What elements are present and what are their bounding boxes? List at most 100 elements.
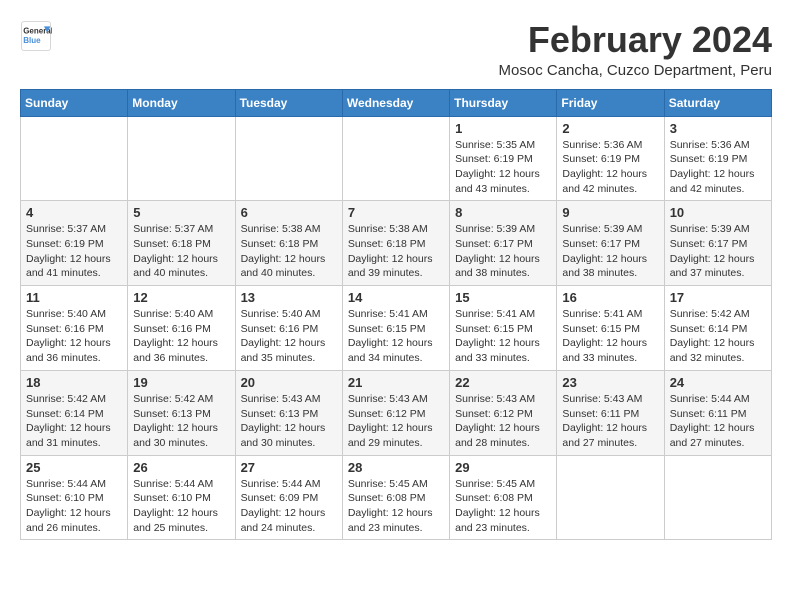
day-info: Sunrise: 5:40 AM Sunset: 6:16 PM Dayligh… [26, 307, 122, 366]
week-row-5: 25 Sunrise: 5:44 AM Sunset: 6:10 PM Dayli… [21, 455, 772, 540]
calendar-cell: 9 Sunrise: 5:39 AM Sunset: 6:17 PM Daylig… [557, 201, 664, 286]
calendar-cell: 28 Sunrise: 5:45 AM Sunset: 6:08 PM Dayli… [342, 455, 449, 540]
day-number: 17 [670, 290, 766, 305]
week-row-3: 11 Sunrise: 5:40 AM Sunset: 6:16 PM Dayli… [21, 286, 772, 371]
day-number: 19 [133, 375, 229, 390]
day-info: Sunrise: 5:43 AM Sunset: 6:13 PM Dayligh… [241, 392, 337, 451]
calendar-cell: 26 Sunrise: 5:44 AM Sunset: 6:10 PM Dayli… [128, 455, 235, 540]
calendar-cell: 5 Sunrise: 5:37 AM Sunset: 6:18 PM Daylig… [128, 201, 235, 286]
day-number: 16 [562, 290, 658, 305]
calendar-cell: 15Sunrise: 5:41 AM Sunset: 6:15 PM Dayli… [450, 286, 557, 371]
calendar-cell: 22Sunrise: 5:43 AM Sunset: 6:12 PM Dayli… [450, 370, 557, 455]
calendar-cell: 14 Sunrise: 5:41 AM Sunset: 6:15 PM Dayli… [342, 286, 449, 371]
calendar-cell [128, 116, 235, 201]
month-title: February 2024 [499, 20, 772, 60]
header-tuesday: Tuesday [235, 89, 342, 116]
day-number: 26 [133, 460, 229, 475]
calendar-cell: 20 Sunrise: 5:43 AM Sunset: 6:13 PM Dayli… [235, 370, 342, 455]
day-number: 15 [455, 290, 551, 305]
day-number: 24 [670, 375, 766, 390]
day-info: Sunrise: 5:41 AM Sunset: 6:15 PM Dayligh… [562, 307, 658, 366]
location-subtitle: Mosoc Cancha, Cuzco Department, Peru [499, 62, 772, 79]
day-info: Sunrise: 5:39 AM Sunset: 6:17 PM Dayligh… [670, 222, 766, 281]
calendar-cell: 29Sunrise: 5:45 AM Sunset: 6:08 PM Dayli… [450, 455, 557, 540]
day-number: 21 [348, 375, 444, 390]
calendar-cell [342, 116, 449, 201]
week-row-2: 4 Sunrise: 5:37 AM Sunset: 6:19 PM Daylig… [21, 201, 772, 286]
calendar-cell: 6 Sunrise: 5:38 AM Sunset: 6:18 PM Daylig… [235, 201, 342, 286]
day-info: Sunrise: 5:37 AM Sunset: 6:18 PM Dayligh… [133, 222, 229, 281]
week-row-1: 1 Sunrise: 5:35 AM Sunset: 6:19 PM Daylig… [21, 116, 772, 201]
calendar-cell: 16 Sunrise: 5:41 AM Sunset: 6:15 PM Dayli… [557, 286, 664, 371]
calendar-cell: 12Sunrise: 5:40 AM Sunset: 6:16 PM Dayli… [128, 286, 235, 371]
day-info: Sunrise: 5:37 AM Sunset: 6:19 PM Dayligh… [26, 222, 122, 281]
day-number: 9 [562, 205, 658, 220]
calendar-cell: 24Sunrise: 5:44 AM Sunset: 6:11 PM Dayli… [664, 370, 771, 455]
calendar-cell: 8 Sunrise: 5:39 AM Sunset: 6:17 PM Daylig… [450, 201, 557, 286]
title-block: February 2024 Mosoc Cancha, Cuzco Depart… [499, 20, 772, 79]
day-info: Sunrise: 5:45 AM Sunset: 6:08 PM Dayligh… [455, 477, 551, 536]
day-info: Sunrise: 5:45 AM Sunset: 6:08 PM Dayligh… [348, 477, 444, 536]
calendar-cell: 11 Sunrise: 5:40 AM Sunset: 6:16 PM Dayli… [21, 286, 128, 371]
logo: General Blue [20, 20, 52, 52]
day-info: Sunrise: 5:38 AM Sunset: 6:18 PM Dayligh… [241, 222, 337, 281]
day-number: 22 [455, 375, 551, 390]
day-info: Sunrise: 5:35 AM Sunset: 6:19 PM Dayligh… [455, 138, 551, 197]
day-info: Sunrise: 5:36 AM Sunset: 6:19 PM Dayligh… [562, 138, 658, 197]
calendar-cell [21, 116, 128, 201]
day-number: 28 [348, 460, 444, 475]
day-number: 27 [241, 460, 337, 475]
svg-text:Blue: Blue [23, 36, 41, 45]
day-number: 11 [26, 290, 122, 305]
day-info: Sunrise: 5:42 AM Sunset: 6:14 PM Dayligh… [670, 307, 766, 366]
day-number: 8 [455, 205, 551, 220]
calendar-cell: 10Sunrise: 5:39 AM Sunset: 6:17 PM Dayli… [664, 201, 771, 286]
calendar-cell: 21 Sunrise: 5:43 AM Sunset: 6:12 PM Dayli… [342, 370, 449, 455]
week-row-4: 18 Sunrise: 5:42 AM Sunset: 6:14 PM Dayli… [21, 370, 772, 455]
day-number: 7 [348, 205, 444, 220]
calendar-cell: 7 Sunrise: 5:38 AM Sunset: 6:18 PM Daylig… [342, 201, 449, 286]
day-info: Sunrise: 5:36 AM Sunset: 6:19 PM Dayligh… [670, 138, 766, 197]
calendar-cell: 2 Sunrise: 5:36 AM Sunset: 6:19 PM Daylig… [557, 116, 664, 201]
day-number: 5 [133, 205, 229, 220]
calendar-cell: 25 Sunrise: 5:44 AM Sunset: 6:10 PM Dayli… [21, 455, 128, 540]
calendar-table: SundayMondayTuesdayWednesdayThursdayFrid… [20, 89, 772, 541]
header-wednesday: Wednesday [342, 89, 449, 116]
day-number: 2 [562, 121, 658, 136]
day-info: Sunrise: 5:44 AM Sunset: 6:09 PM Dayligh… [241, 477, 337, 536]
day-number: 25 [26, 460, 122, 475]
logo-icon: General Blue [20, 20, 52, 52]
page-header: General Blue February 2024 Mosoc Cancha,… [20, 20, 772, 79]
day-number: 23 [562, 375, 658, 390]
header-sunday: Sunday [21, 89, 128, 116]
day-info: Sunrise: 5:39 AM Sunset: 6:17 PM Dayligh… [562, 222, 658, 281]
calendar-cell: 13 Sunrise: 5:40 AM Sunset: 6:16 PM Dayli… [235, 286, 342, 371]
day-info: Sunrise: 5:44 AM Sunset: 6:10 PM Dayligh… [133, 477, 229, 536]
day-info: Sunrise: 5:43 AM Sunset: 6:12 PM Dayligh… [348, 392, 444, 451]
calendar-cell [235, 116, 342, 201]
day-info: Sunrise: 5:44 AM Sunset: 6:10 PM Dayligh… [26, 477, 122, 536]
header-saturday: Saturday [664, 89, 771, 116]
day-info: Sunrise: 5:43 AM Sunset: 6:11 PM Dayligh… [562, 392, 658, 451]
day-number: 12 [133, 290, 229, 305]
calendar-cell [557, 455, 664, 540]
day-number: 14 [348, 290, 444, 305]
header-friday: Friday [557, 89, 664, 116]
day-info: Sunrise: 5:38 AM Sunset: 6:18 PM Dayligh… [348, 222, 444, 281]
day-info: Sunrise: 5:40 AM Sunset: 6:16 PM Dayligh… [241, 307, 337, 366]
day-info: Sunrise: 5:39 AM Sunset: 6:17 PM Dayligh… [455, 222, 551, 281]
calendar-cell: 23 Sunrise: 5:43 AM Sunset: 6:11 PM Dayli… [557, 370, 664, 455]
day-number: 6 [241, 205, 337, 220]
day-number: 1 [455, 121, 551, 136]
day-number: 18 [26, 375, 122, 390]
calendar-cell: 3 Sunrise: 5:36 AM Sunset: 6:19 PM Daylig… [664, 116, 771, 201]
day-info: Sunrise: 5:41 AM Sunset: 6:15 PM Dayligh… [348, 307, 444, 366]
calendar-cell: 27 Sunrise: 5:44 AM Sunset: 6:09 PM Dayli… [235, 455, 342, 540]
day-info: Sunrise: 5:42 AM Sunset: 6:14 PM Dayligh… [26, 392, 122, 451]
calendar-cell: 4 Sunrise: 5:37 AM Sunset: 6:19 PM Daylig… [21, 201, 128, 286]
calendar-cell: 17 Sunrise: 5:42 AM Sunset: 6:14 PM Dayli… [664, 286, 771, 371]
day-number: 4 [26, 205, 122, 220]
day-number: 3 [670, 121, 766, 136]
day-number: 20 [241, 375, 337, 390]
day-number: 13 [241, 290, 337, 305]
